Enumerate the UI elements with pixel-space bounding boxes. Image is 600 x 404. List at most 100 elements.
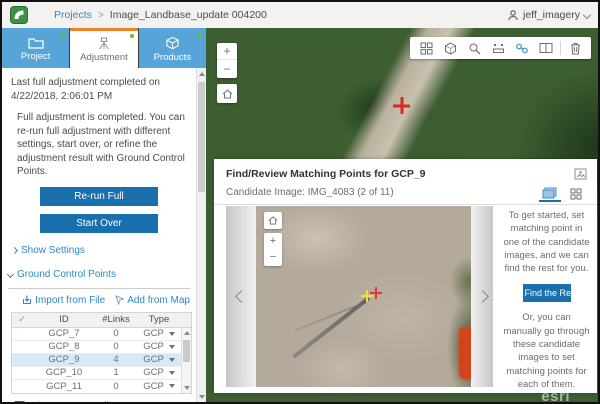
top-bar: Projects > Image_Landbase_update 004200 … (2, 2, 598, 28)
type-dropdown-arrow-icon[interactable] (169, 371, 175, 375)
gcp-id-cell: GCP_10 (32, 367, 96, 378)
home-icon (222, 89, 233, 99)
start-over-button[interactable]: Start Over (40, 214, 158, 233)
table-row[interactable]: GCP_101GCP (12, 367, 191, 380)
table-row[interactable]: GCP_94GCP (12, 354, 191, 367)
tab-project-label: Project (21, 51, 51, 62)
panel-scroll-thumb[interactable] (198, 82, 205, 192)
show-settings-toggle[interactable]: Show Settings (12, 245, 196, 256)
seed-points-icon[interactable] (486, 37, 510, 59)
map-zoom-control: + − (217, 43, 237, 78)
chevron-right-icon (11, 246, 18, 253)
left-panel: Project Adjustment Products (2, 28, 206, 402)
adjustment-description: Full adjustment is completed. You can re… (17, 111, 188, 179)
find-the-rest-button[interactable]: Find the Rest (523, 284, 571, 302)
type-dropdown-arrow-icon[interactable] (169, 358, 175, 362)
breadcrumb-separator: > (98, 10, 104, 21)
map-view[interactable]: + − (206, 28, 598, 402)
orange-ground-object (459, 327, 471, 379)
rerun-full-button[interactable]: Re-run Full (40, 187, 158, 206)
type-dropdown-arrow-icon[interactable] (169, 384, 175, 388)
next-image-button[interactable] (471, 206, 493, 387)
user-chevron-down-icon (583, 11, 591, 19)
user-menu[interactable]: jeff_imagery (507, 9, 590, 21)
popout-icon[interactable] (574, 167, 587, 185)
tab-project[interactable]: Project (2, 28, 69, 68)
home-extent-button[interactable] (217, 84, 237, 103)
select-all-check-icon[interactable]: ✓ (12, 314, 32, 325)
table-row[interactable]: GCP_80GCP (12, 341, 191, 354)
import-from-file-label: Import from File (35, 295, 105, 306)
gcp-id-cell: GCP_8 (32, 341, 96, 352)
gcp-table-header: ✓ ID #Links Type (12, 313, 191, 328)
divider (8, 288, 190, 289)
show-gcp-details-checkbox[interactable]: ✓ (14, 401, 25, 403)
gcp-section-label: Ground Control Points (17, 269, 116, 280)
panel-scroll-down-icon[interactable] (199, 395, 205, 399)
card-view-toggle[interactable] (539, 185, 561, 202)
tab-adjustment[interactable]: Adjustment (70, 28, 137, 68)
gcp-links-cell: 4 (96, 354, 136, 365)
table-row[interactable]: GCP_110GCP (12, 380, 191, 393)
candidate-zoom-control: + − (264, 233, 282, 266)
type-dropdown-arrow-icon[interactable] (169, 332, 175, 336)
table-scrollbar[interactable] (181, 328, 191, 393)
gcp-table: ✓ ID #Links Type GCP_70GCPGCP_80GCPGCP_9… (11, 312, 192, 394)
tab-adjustment-label: Adjustment (80, 52, 128, 63)
table-row[interactable]: GCP_70GCP (12, 328, 191, 341)
gcp-links-cell: 0 (96, 341, 136, 352)
tab-products-label: Products (154, 52, 192, 63)
table-scroll-thumb[interactable] (183, 340, 190, 362)
gcp-type-cell[interactable]: GCP (136, 341, 182, 352)
tab-products[interactable]: Products (139, 28, 206, 68)
add-from-map-label: Add from Map (127, 295, 190, 306)
image-pairs-icon[interactable] (534, 37, 558, 59)
gcp-marker-map[interactable] (393, 97, 410, 114)
scroll-up-icon[interactable] (184, 331, 190, 335)
candidate-home-button[interactable] (264, 212, 282, 229)
panel-tabs: Project Adjustment Products (2, 28, 206, 68)
col-header-links[interactable]: #Links (96, 314, 136, 325)
col-header-id[interactable]: ID (32, 314, 96, 325)
col-header-type[interactable]: Type (136, 314, 182, 325)
candidate-zoom-in-button[interactable]: + (264, 233, 282, 249)
projected-point-marker-red (370, 287, 382, 299)
gcp-links-cell: 0 (96, 328, 136, 339)
gcp-type-cell[interactable]: GCP (136, 381, 182, 392)
gcp-section-toggle[interactable]: Ground Control Points (8, 269, 196, 280)
user-name: jeff_imagery (523, 9, 580, 21)
gcp-links-icon[interactable] (510, 37, 534, 59)
zoom-out-button[interactable]: − (217, 60, 237, 77)
panel-scrollbar[interactable] (196, 68, 206, 402)
toolbar-divider (560, 41, 561, 55)
add-from-map-link[interactable]: Add from Map (115, 295, 190, 306)
grid-view-toggle[interactable] (565, 185, 587, 202)
scroll-down-icon[interactable] (184, 386, 190, 390)
gcp-type-cell[interactable]: GCP (136, 354, 182, 365)
basemap-icon[interactable] (438, 37, 462, 59)
gcp-type-cell[interactable]: GCP (136, 367, 182, 378)
find-review-title: Find/Review Matching Points for GCP_9 (214, 159, 597, 180)
breadcrumb-projects[interactable]: Projects (54, 9, 92, 21)
gcp-type-cell[interactable]: GCP (136, 328, 182, 339)
delete-icon[interactable] (563, 37, 587, 59)
candidate-zoom-out-button[interactable]: − (264, 249, 282, 265)
gcp-actions: Import from File Add from Map (2, 295, 190, 306)
show-gcp-details-label: Show GCP Details (31, 401, 114, 403)
adjustment-panel-content: Last full adjustment completed on 4/22/2… (2, 68, 196, 402)
adjustment-theodolite-icon (96, 37, 112, 50)
zoom-in-button[interactable]: + (217, 43, 237, 60)
panel-scroll-up-icon[interactable] (199, 72, 205, 76)
search-icon[interactable] (462, 37, 486, 59)
user-icon (507, 9, 519, 21)
thumbnail-grid-icon[interactable] (414, 37, 438, 59)
products-status-dot (198, 34, 202, 38)
import-from-file-link[interactable]: Import from File (22, 295, 105, 306)
home-icon (268, 216, 278, 225)
project-status-dot (61, 34, 65, 38)
chevron-right-icon (476, 290, 489, 303)
type-dropdown-arrow-icon[interactable] (169, 345, 175, 349)
instructions-column: To get started, set matching point in on… (502, 209, 591, 391)
candidate-image-viewer[interactable]: + − (256, 206, 471, 387)
previous-image-button[interactable] (226, 206, 256, 387)
